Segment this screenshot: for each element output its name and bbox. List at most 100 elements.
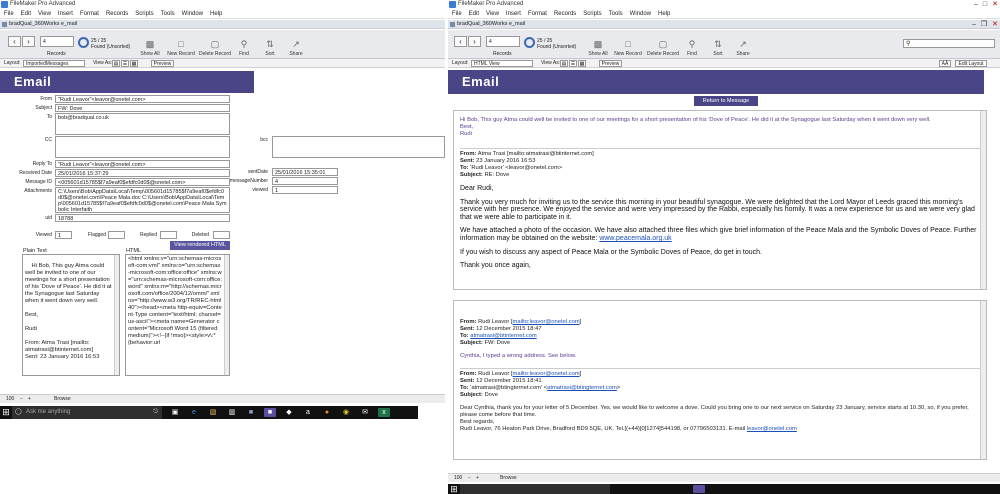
plain-text-scrollbar[interactable] <box>114 255 119 375</box>
filemaker-taskbar-icon[interactable]: ■ <box>245 408 257 417</box>
menu-help[interactable]: Help <box>210 9 222 18</box>
menu-file[interactable]: File <box>452 9 462 18</box>
find-button[interactable]: ⚲ Find <box>236 39 252 57</box>
table-view-button[interactable]: ▦ <box>578 60 586 67</box>
preview-button[interactable]: Preview <box>151 60 174 67</box>
sent-date-field[interactable]: 25/01/2016 15:35:01 <box>272 168 338 176</box>
return-to-message-button[interactable]: Return to Message <box>694 96 758 106</box>
windows-start-icon[interactable]: ⊞ <box>448 484 460 494</box>
menu-format[interactable]: Format <box>528 9 547 18</box>
find-button[interactable]: ⚲ Find <box>684 39 700 57</box>
uid-field[interactable]: 18788 <box>55 214 230 222</box>
filemaker-active-icon[interactable]: ■ <box>264 408 276 417</box>
menu-tools[interactable]: Tools <box>161 9 175 18</box>
menu-help[interactable]: Help <box>658 9 670 18</box>
html-source-field[interactable]: <html xmlns:v="urn:schemas-microsoft-com… <box>125 254 230 376</box>
doc-close-icon[interactable]: ✕ <box>992 20 998 29</box>
to-field[interactable]: bob@bradqual.co.uk <box>55 113 230 135</box>
message-id-field[interactable]: <005601d15785$f7a9eaf0$efdfc0d0$@onetel.… <box>55 178 230 186</box>
view-rendered-html-button[interactable]: View rendered HTML <box>170 241 230 250</box>
taskbar-search[interactable]: ◯ Ask me anything ⎋ <box>12 406 162 419</box>
menu-records[interactable]: Records <box>554 9 576 18</box>
sort-button[interactable]: ⇅ Sort <box>710 39 726 57</box>
previous-record-button[interactable]: ‹ <box>8 36 21 47</box>
peacemala-link[interactable]: www.peacemala.org.uk <box>599 235 671 242</box>
delete-record-button[interactable]: ▢ Delete Record <box>197 39 233 57</box>
taskbar-search[interactable] <box>460 484 610 494</box>
menu-insert[interactable]: Insert <box>58 9 73 18</box>
from3-mailto-link[interactable]: mailto:leavor@onetel.com <box>513 371 580 377</box>
plain-text-field[interactable]: Hi Bob, This guy Atma could well be invi… <box>22 254 120 376</box>
zoom-level[interactable]: 100 <box>6 395 14 403</box>
edit-layout-button[interactable]: Edit Layout <box>955 60 987 67</box>
minimize-icon[interactable]: – <box>974 0 978 9</box>
next-record-button[interactable]: › <box>468 36 481 47</box>
quick-find-input[interactable]: ⚲ <box>903 39 995 48</box>
menu-window[interactable]: Window <box>182 9 203 18</box>
share-button[interactable]: ↗ Share <box>287 39 305 57</box>
zoom-out-icon[interactable]: − <box>468 474 471 483</box>
file-explorer-icon[interactable] <box>655 485 667 493</box>
rendered-html-bottom-pane[interactable]: From: Rudi Leavor [mailto:leavor@onetel.… <box>453 300 987 460</box>
network-icon[interactable]: ◆ <box>283 408 295 417</box>
excel-icon[interactable]: x <box>378 408 390 417</box>
subject-field[interactable]: FW: Dove <box>55 104 230 112</box>
bottom-pane-scrollbar[interactable] <box>980 301 986 459</box>
preview-button[interactable]: Preview <box>599 60 622 67</box>
menu-edit[interactable]: Edit <box>21 9 31 18</box>
menu-insert[interactable]: Insert <box>506 9 521 18</box>
new-record-button[interactable]: □ New Record <box>166 39 196 57</box>
edge-icon[interactable]: e <box>188 408 200 417</box>
signature-email-link[interactable]: leavor@onetel.com <box>747 426 797 432</box>
previous-record-button[interactable]: ‹ <box>454 36 467 47</box>
menu-window[interactable]: Window <box>630 9 651 18</box>
received-date-field[interactable]: 25/01/2016 15:37:29 <box>55 169 230 177</box>
menu-edit[interactable]: Edit <box>469 9 479 18</box>
list-view-button[interactable]: ☰ <box>569 60 577 67</box>
document-tab[interactable]: bradQual_360Works e_mail <box>0 20 445 29</box>
to3-link[interactable]: atmatrasi@btingternet.com <box>547 385 617 391</box>
from2-mailto-link[interactable]: mailto:leavor@onetel.com <box>513 319 580 325</box>
viewed-field[interactable]: 1 <box>272 186 338 194</box>
chrome-icon[interactable]: ◉ <box>340 408 352 417</box>
replied-field[interactable] <box>160 231 177 239</box>
zoom-out-icon[interactable]: − <box>20 395 23 403</box>
document-tab[interactable]: bradQual_360Works e_mail – ❐ ✕ <box>448 20 1000 29</box>
record-number-field[interactable]: 4 <box>486 36 520 47</box>
store-icon[interactable]: ▥ <box>226 408 238 417</box>
attachments-field[interactable]: C:\Users\Bob\AppData\Local\Temp\005601d1… <box>55 187 230 213</box>
sort-button[interactable]: ⇅ Sort <box>262 39 278 57</box>
maximize-icon[interactable]: □ <box>983 0 987 9</box>
store-icon[interactable] <box>674 485 686 493</box>
table-view-button[interactable]: ▦ <box>130 60 138 67</box>
layout-select[interactable]: HTML View <box>471 60 533 67</box>
microphone-icon[interactable]: ⎋ <box>153 406 158 419</box>
from-field[interactable]: "Rudi Leavor"<leavor@onetel.com> <box>55 95 230 103</box>
file-explorer-icon[interactable]: ▧ <box>207 408 219 417</box>
record-number-field[interactable]: 4 <box>40 36 74 47</box>
filemaker-active-icon[interactable] <box>693 485 705 493</box>
form-view-button[interactable]: ▤ <box>112 60 120 67</box>
to2-link[interactable]: atmatrasi@btinternet.com <box>470 333 536 339</box>
deleted-field[interactable] <box>213 231 230 239</box>
list-view-button[interactable]: ☰ <box>121 60 129 67</box>
top-pane-scrollbar[interactable] <box>980 111 986 289</box>
rendered-html-top-pane[interactable]: Hi Bob, This guy Atma could well be invi… <box>453 110 987 290</box>
zoom-in-icon[interactable]: + <box>28 395 31 403</box>
zoom-level[interactable]: 100 <box>454 474 462 483</box>
message-number-field[interactable]: 4 <box>272 177 338 185</box>
menu-scripts[interactable]: Scripts <box>583 9 601 18</box>
menu-records[interactable]: Records <box>106 9 128 18</box>
layout-select[interactable]: ImportedMessages <box>23 60 85 67</box>
menu-view[interactable]: View <box>38 9 51 18</box>
mode-indicator[interactable]: Browse <box>54 395 71 403</box>
form-view-button[interactable]: ▤ <box>560 60 568 67</box>
delete-record-button[interactable]: ▢ Delete Record <box>645 39 681 57</box>
show-all-button[interactable]: ▩ Show All <box>587 39 609 57</box>
bcc-field[interactable] <box>272 136 445 158</box>
flagged-field[interactable] <box>108 231 125 239</box>
formatting-bar-button[interactable]: AÂ <box>939 60 951 67</box>
menu-file[interactable]: File <box>4 9 14 18</box>
menu-scripts[interactable]: Scripts <box>135 9 153 18</box>
doc-restore-icon[interactable]: ❐ <box>981 20 987 29</box>
